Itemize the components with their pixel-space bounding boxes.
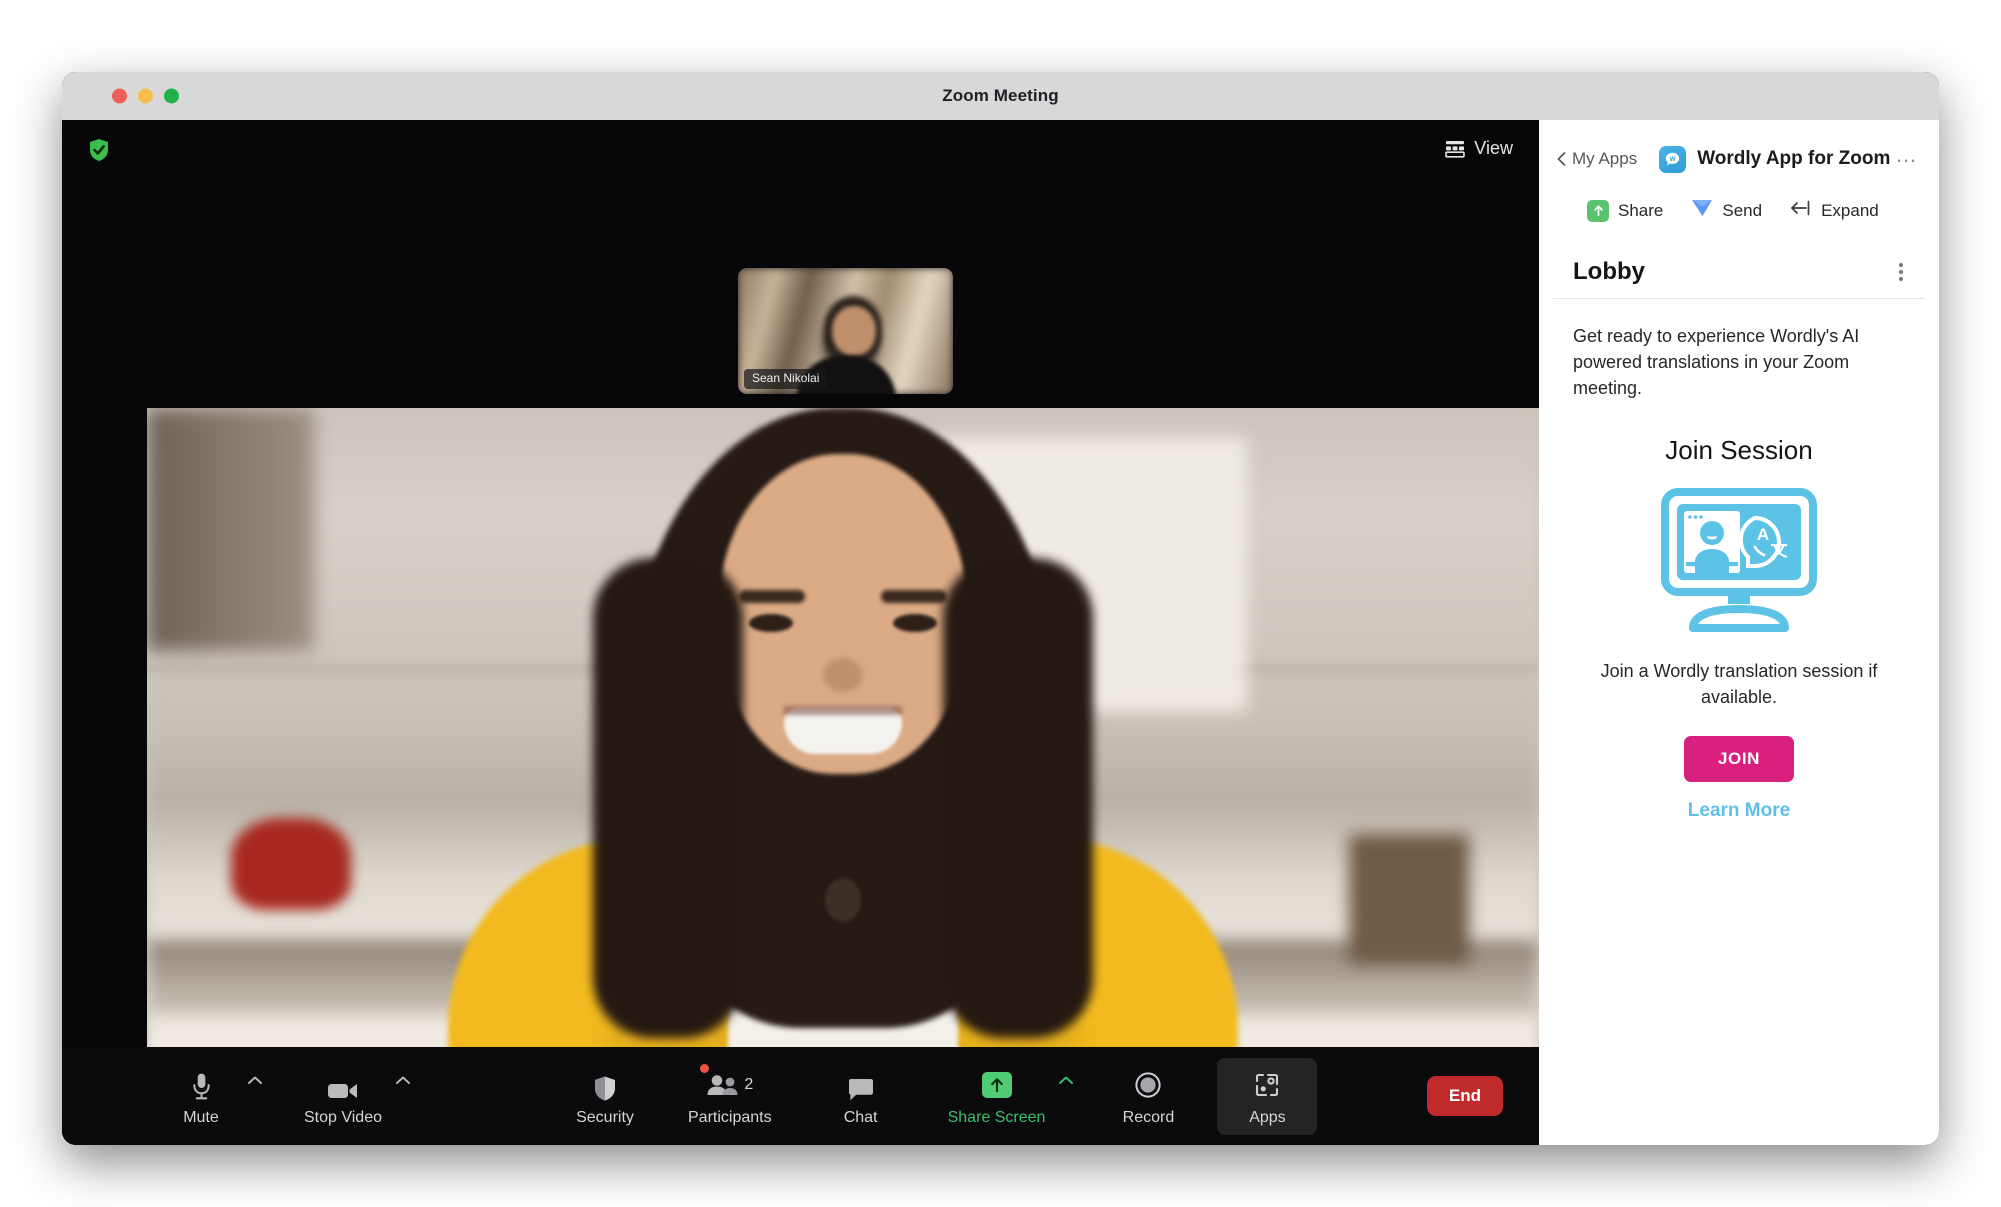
toolbar-left-group: Mute Stop Video (158, 1060, 414, 1133)
chat-button[interactable]: Chat (818, 1060, 904, 1133)
speaker-eyebrow (739, 590, 805, 603)
share-screen-options-caret-icon[interactable] (1055, 1064, 1077, 1098)
record-button[interactable]: Record (1105, 1060, 1191, 1133)
zoom-meeting-window: Zoom Meeting View Sean Nikolai Mute Stop… (62, 72, 1939, 1145)
chevron-left-icon (1557, 152, 1566, 166)
kebab-menu-icon[interactable] (1899, 263, 1903, 281)
lobby-header: Lobby (1553, 244, 1925, 299)
meeting-toolbar: Mute Stop Video Security 2 Participants … (62, 1047, 1539, 1145)
speaker-nose (823, 658, 863, 692)
speaker-hair-strand (943, 558, 1093, 1038)
lobby-title: Lobby (1573, 258, 1645, 285)
speaker-necklace (825, 878, 861, 922)
chat-button-label: Chat (843, 1108, 878, 1126)
svg-text:文: 文 (1771, 540, 1789, 561)
share-arrow-icon (981, 1068, 1012, 1102)
paper-plane-icon (1691, 198, 1713, 223)
participants-button[interactable]: 2 Participants (678, 1060, 782, 1133)
toolbar-center-group: Security 2 Participants Chat Share Scree… (562, 1057, 1318, 1135)
video-background-detail (1349, 833, 1470, 964)
share-action-label: Share (1618, 200, 1664, 220)
speaker-eye (749, 614, 793, 632)
view-button[interactable]: View (1445, 138, 1513, 159)
share-up-arrow-icon (1587, 199, 1609, 222)
learn-more-link[interactable]: Learn More (1688, 800, 1790, 822)
stop-video-button-label: Stop Video (304, 1108, 382, 1126)
expand-arrow-icon (1790, 199, 1812, 222)
participants-count: 2 (744, 1075, 754, 1093)
shield-check-icon[interactable] (88, 138, 110, 162)
apps-button-label: Apps (1249, 1108, 1286, 1126)
security-button[interactable]: Security (562, 1060, 648, 1133)
share-screen-button-label: Share Screen (947, 1108, 1046, 1126)
participants-notification-dot (700, 1063, 709, 1073)
people-icon: 2 (706, 1068, 753, 1102)
send-action-button[interactable]: Send (1691, 198, 1762, 223)
mute-options-caret-icon[interactable] (244, 1064, 266, 1098)
share-screen-button[interactable]: Share Screen (938, 1060, 1056, 1133)
stop-video-button[interactable]: Stop Video (294, 1060, 392, 1133)
svg-text:A: A (1757, 525, 1769, 544)
record-circle-icon (1135, 1068, 1162, 1102)
my-apps-back-button[interactable]: My Apps (1557, 149, 1637, 169)
self-view-participant-name: Sean Nikolai (744, 368, 828, 389)
monitor-translation-icon: A 文 (1659, 488, 1819, 633)
active-speaker-video[interactable] (147, 408, 1539, 1145)
join-session-title: Join Session (1665, 435, 1813, 466)
self-view-face (831, 305, 876, 356)
panel-app-title: W Wordly App for Zoom (1659, 145, 1891, 173)
speaker-mouth-line (783, 706, 903, 715)
video-options-caret-icon[interactable] (392, 1064, 414, 1098)
panel-action-bar: Share Send Expand (1539, 176, 1939, 244)
close-window-button[interactable] (112, 88, 127, 104)
apps-icon (1254, 1068, 1280, 1102)
record-button-label: Record (1122, 1108, 1175, 1126)
mute-button-label: Mute (183, 1108, 219, 1126)
panel-header: My Apps W Wordly App for Zoom … (1539, 120, 1939, 176)
join-session-description: Join a Wordly translation session if ava… (1600, 661, 1878, 707)
svg-text:W: W (1670, 156, 1676, 162)
traffic-light-controls (112, 88, 179, 104)
video-camera-icon (327, 1068, 359, 1102)
join-button[interactable]: JOIN (1683, 736, 1795, 783)
expand-action-label: Expand (1821, 200, 1879, 220)
join-session-section: Join Session A 文 Join a Wordly translati… (1539, 401, 1939, 822)
toolbar-right-group: End (1426, 1076, 1503, 1116)
wordly-logo-icon: W (1659, 145, 1687, 173)
self-view-thumbnail[interactable]: Sean Nikolai (738, 268, 953, 394)
share-action-button[interactable]: Share (1587, 199, 1664, 222)
speaker-eye (893, 614, 937, 632)
minimize-window-button[interactable] (138, 88, 153, 104)
apps-button[interactable]: Apps (1217, 1057, 1318, 1135)
video-background-detail (147, 408, 315, 652)
panel-app-name: Wordly App for Zoom (1697, 148, 1891, 169)
speaker-eyebrow (881, 590, 947, 603)
meeting-stage: View Sean Nikolai Mute Stop Video Securi… (62, 120, 1539, 1145)
maximize-window-button[interactable] (164, 88, 179, 104)
view-button-label: View (1474, 138, 1513, 158)
my-apps-back-label: My Apps (1572, 149, 1638, 168)
panel-more-menu-icon[interactable]: … (1891, 142, 1923, 176)
microphone-icon (190, 1068, 213, 1102)
lobby-intro-text: Get ready to experience Wordly's AI powe… (1573, 326, 1860, 399)
speaker-hair-strand (593, 558, 743, 1038)
grid-view-icon (1445, 140, 1466, 158)
expand-action-button[interactable]: Expand (1790, 199, 1879, 222)
window-title: Zoom Meeting (942, 86, 1059, 105)
video-background-detail (230, 818, 351, 911)
zoom-apps-side-panel: My Apps W Wordly App for Zoom … Share Se… (1539, 120, 1939, 1145)
window-titlebar: Zoom Meeting (62, 72, 1939, 120)
mute-button[interactable]: Mute (158, 1060, 244, 1133)
security-button-label: Security (576, 1108, 634, 1126)
end-meeting-button[interactable]: End (1426, 1076, 1503, 1116)
chat-bubble-icon (847, 1068, 875, 1102)
participants-button-label: Participants (688, 1108, 772, 1126)
shield-icon (593, 1068, 617, 1102)
send-action-label: Send (1722, 200, 1763, 220)
